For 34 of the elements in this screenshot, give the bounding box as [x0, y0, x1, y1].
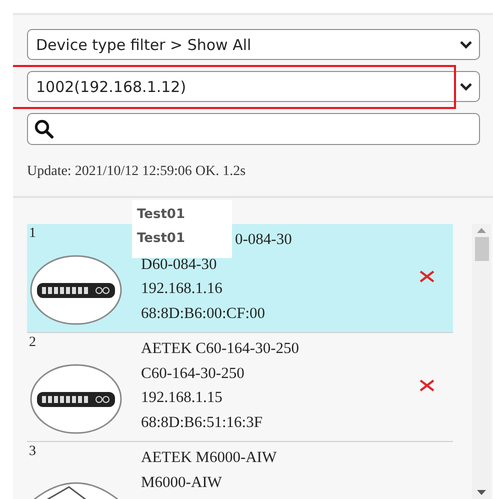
- device-info-text: AETEK M6000-AIW: [141, 448, 277, 468]
- search-field[interactable]: [27, 113, 480, 145]
- scroll-thumb[interactable]: [474, 237, 488, 261]
- dropdown-select[interactable]: Device type filter > Show All: [27, 29, 480, 60]
- close-icon: [419, 379, 435, 392]
- device-info-text: 68:8D:B6:00:CF:00: [141, 304, 266, 324]
- scroll-down-icon[interactable]: [477, 490, 486, 495]
- device-info-text: 0-084-30: [235, 230, 292, 250]
- device-info-text: M6000-AIW: [141, 472, 222, 492]
- row-number: 2: [29, 335, 36, 351]
- scroll-up-icon[interactable]: [477, 228, 486, 233]
- device-info-text: 192.168.1.16: [141, 279, 222, 299]
- device-info-text: 192.168.1.15: [141, 388, 222, 408]
- scrollbar[interactable]: [472, 224, 491, 499]
- device-info-text: 68:8D:B6:51:16:3F: [141, 412, 262, 432]
- row-number: 1: [29, 226, 36, 242]
- delete-button[interactable]: [419, 379, 435, 392]
- chevron-down-icon: [459, 82, 473, 91]
- device-info-text: C60-164-30-250: [141, 364, 244, 384]
- tooltip-text: Test01: [137, 230, 186, 248]
- row-number: 3: [29, 444, 36, 460]
- network-switch-icon: [29, 363, 123, 435]
- device-row[interactable]: 2 AETEK C60-164-30-250 C60-164-30-250 192.168.1.15 68:8D:B6:51:16:3F: [27, 333, 453, 442]
- tooltip-text: Test01: [137, 206, 186, 224]
- device-info-text: AETEK C60-164-30-250: [141, 339, 299, 359]
- network-switch-icon: [29, 254, 123, 326]
- device-info-text: D60-084-30: [141, 254, 217, 274]
- close-icon: [419, 270, 435, 283]
- delete-button[interactable]: [419, 270, 435, 283]
- search-icon: [34, 119, 54, 139]
- device-row[interactable]: 3 AETEK M6000-AIW M6000-AIW: [27, 442, 453, 499]
- chevron-down-icon: [459, 40, 473, 49]
- update-status-text: Update: 2021/10/12 12:59:06 OK. 1.2s: [27, 164, 247, 180]
- dropdown-select[interactable]: 1002(192.168.1.12): [27, 71, 480, 102]
